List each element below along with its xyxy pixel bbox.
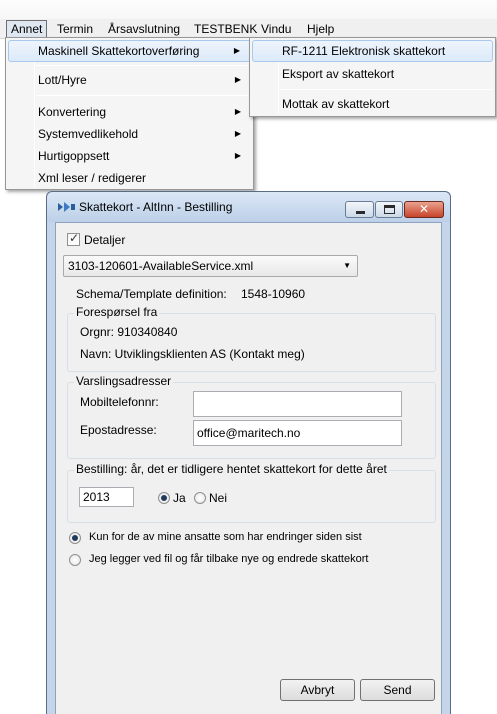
yes-radio[interactable] [158,492,170,504]
skattekort-window: Skattekort - AltInn - Bestilling ✕ ✓ Det… [46,191,451,714]
menu-item-konvertering[interactable]: Konvertering ▶ [8,101,251,123]
radio-dot [72,535,78,541]
menu-hjelp[interactable]: Hjelp [303,20,338,38]
skattekort-submenu: RF-1211 Elektronisk skattekort Eksport a… [249,37,496,117]
submenu-arrow-icon: ▶ [234,75,241,84]
submenu-arrow-icon: ▶ [234,129,241,138]
menu-item-label: RF-1211 Elektronisk skattekort [282,44,446,58]
menu-item-label: Xml leser / redigerer [38,171,147,185]
menu-item-label: Konvertering [38,105,107,119]
menu-item-label: Lott/Hyre [38,73,87,87]
orgnr-text: Orgnr: 910340840 [80,325,178,339]
cancel-button[interactable]: Avbryt [280,679,355,701]
details-checkbox[interactable]: ✓ [67,231,80,246]
order-group: Bestilling: år, det er tidligere hentet … [67,462,436,523]
schema-value: 1548-10960 [241,287,306,301]
menu-item-label: Mottak av skattekort [282,97,390,111]
menu-item-rf1211[interactable]: RF-1211 Elektronisk skattekort [252,40,493,62]
menu-item-label: Hurtigoppsett [38,149,110,163]
menu-item-label: Systemvedlikehold [38,127,139,141]
year-field[interactable]: 2013 [79,487,134,507]
menu-testbenk[interactable]: TESTBENK [190,20,261,38]
menu-item-mottak[interactable]: Mottak av skattekort [252,93,493,115]
radio-dot [161,495,167,501]
maximize-icon [384,205,395,214]
minimize-icon [356,211,365,214]
menu-vindu[interactable]: Vindu [257,20,295,38]
menu-separator [280,89,493,90]
menu-arsavslutning[interactable]: Årsavslutning [104,20,184,38]
checkmark-icon: ✓ [69,231,80,245]
menu-separator [36,95,251,96]
option-file-radio[interactable] [69,554,81,566]
menu-bar: Annet Termin Årsavslutning TESTBENK Vind… [0,0,497,39]
window-title: Skattekort - AltInn - Bestilling [79,200,233,214]
menu-annet[interactable]: Annet [6,20,48,38]
menu-item-maskinell-skattekortoverforing[interactable]: Maskinell Skattekortoverføring ▶ [8,40,251,62]
file-select[interactable]: 3103-120601-AvailableService.xml ▼ [63,255,358,277]
file-select-value: 3103-120601-AvailableService.xml [68,259,254,273]
mobile-label: Mobiltelefonnr: [80,395,159,409]
notification-group: Varslingsadresser Mobiltelefonnr: Eposta… [67,374,436,459]
option-changes-label: Kun for de av mine ansatte som har endri… [89,531,362,543]
no-radio[interactable] [194,492,206,504]
request-from-title: Forespørsel fra [74,305,160,319]
menu-separator [36,65,251,66]
menu-item-hurtigoppsett[interactable]: Hurtigoppsett ▶ [8,145,251,167]
order-title: Bestilling: år, det er tidligere hentet … [74,462,389,476]
menu-item-systemvedlikehold[interactable]: Systemvedlikehold ▶ [8,123,251,145]
details-label: Detaljer [84,233,126,247]
submenu-arrow-icon: ▶ [234,107,241,116]
menu-item-label: Eksport av skattekort [282,67,395,81]
option-file-label: Jeg legger ved fil og får tilbake nye og… [89,553,369,565]
window-client-area: ✓ Detaljer 3103-120601-AvailableService.… [55,222,442,714]
yes-label: Ja [173,491,186,505]
notification-title: Varslingsadresser [74,374,174,388]
submenu-arrow-icon: ▶ [233,46,240,55]
close-icon: ✕ [418,202,430,216]
request-from-group: Forespørsel fra Orgnr: 910340840 Navn: U… [67,305,436,372]
no-label: Nei [209,491,228,505]
email-label: Epostadresse: [80,423,157,437]
window-titlebar[interactable]: Skattekort - AltInn - Bestilling ✕ [47,192,450,222]
menu-item-eksport[interactable]: Eksport av skattekort [252,63,493,85]
menu-item-xml-leser[interactable]: Xml leser / redigerer [8,167,251,189]
annet-dropdown: Maskinell Skattekortoverføring ▶ Lott/Hy… [5,37,254,190]
submenu-arrow-icon: ▶ [234,151,241,160]
altinn-arrows-icon [58,202,75,212]
email-field[interactable]: office@maritech.no [193,420,402,446]
chevron-down-icon: ▼ [343,261,351,270]
close-button[interactable]: ✕ [404,201,444,218]
menu-item-lott-hyre[interactable]: Lott/Hyre ▶ [8,69,251,91]
schema-label: Schema/Template definition: [76,287,227,301]
maximize-button[interactable] [375,201,403,218]
option-changes-radio[interactable] [69,532,81,544]
mobile-field[interactable] [193,391,402,417]
minimize-button[interactable] [345,201,374,218]
menu-termin[interactable]: Termin [53,20,97,38]
send-button[interactable]: Send [360,679,435,701]
menu-item-label: Maskinell Skattekortoverføring [38,44,200,58]
company-name-text: Navn: Utviklingsklienten AS (Kontakt meg… [80,347,305,361]
